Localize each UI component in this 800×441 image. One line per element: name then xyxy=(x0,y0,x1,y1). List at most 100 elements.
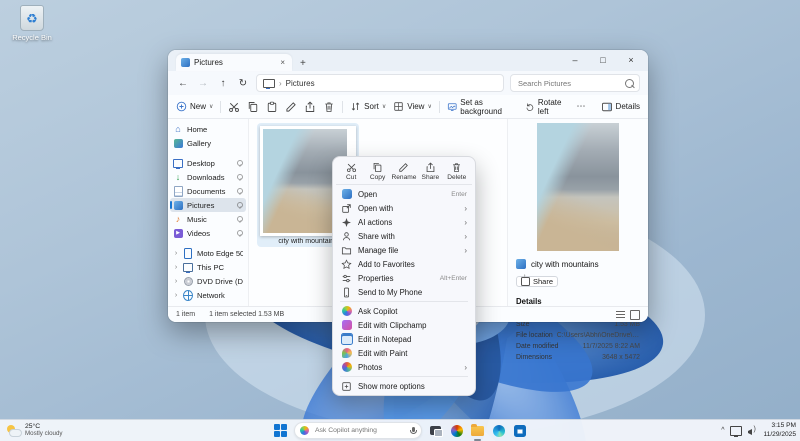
expander-icon[interactable]: › xyxy=(173,250,179,257)
paste-button[interactable] xyxy=(266,101,278,113)
sort-button[interactable]: Sort∨ xyxy=(350,101,386,112)
share-icon xyxy=(304,101,316,113)
new-icon xyxy=(176,101,187,112)
quick-rename-button[interactable]: Rename xyxy=(392,162,416,181)
maximize-button[interactable]: □ xyxy=(590,51,616,68)
expander-icon[interactable]: › xyxy=(173,278,179,285)
taskbar-center xyxy=(273,422,527,439)
search-icon xyxy=(625,79,634,88)
tab-close-icon[interactable]: × xyxy=(278,58,287,67)
sidebar-item-phone[interactable]: ›Moto Edge 50 N xyxy=(170,246,246,260)
menu-item-edit-clipchamp[interactable]: Edit with Clipchamp xyxy=(336,318,472,332)
set-as-background-button[interactable]: Set as background xyxy=(447,98,519,116)
menu-item-ai-actions[interactable]: AI actions› xyxy=(336,215,472,229)
dvd-icon xyxy=(183,276,193,286)
show-more-icon xyxy=(341,381,352,392)
menu-item-open-with[interactable]: Open with› xyxy=(336,201,472,215)
windows-logo-icon xyxy=(274,424,287,437)
expander-icon[interactable]: › xyxy=(173,292,179,299)
rename-icon xyxy=(285,101,297,113)
menu-item-properties[interactable]: PropertiesAlt+Enter xyxy=(336,271,472,285)
music-icon: ♪ xyxy=(173,214,183,224)
recycle-bin-icon: ♻ xyxy=(20,5,44,31)
clock-time: 3:15 PM xyxy=(763,422,796,430)
file-explorer-button[interactable] xyxy=(470,423,485,438)
chevron-right-icon: › xyxy=(279,79,282,88)
cut-button[interactable] xyxy=(228,101,240,113)
cut-icon xyxy=(346,162,357,173)
command-bar: New∨ Sort∨ View∨ Set as background Rotat… xyxy=(168,95,648,119)
breadcrumb[interactable]: › Pictures xyxy=(256,74,504,92)
details-share-button[interactable]: Share xyxy=(516,276,558,287)
view-button[interactable]: View∨ xyxy=(393,101,432,112)
menu-item-add-to-favorites[interactable]: Add to Favorites xyxy=(336,257,472,271)
copy-button[interactable] xyxy=(247,101,259,113)
rotate-left-button[interactable]: Rotate left xyxy=(525,98,569,116)
menu-item-manage-file[interactable]: Manage file› xyxy=(336,243,472,257)
sidebar-item-gallery[interactable]: Gallery xyxy=(170,136,246,150)
new-tab-button[interactable]: + xyxy=(300,58,306,69)
sidebar-item-desktop[interactable]: Desktop xyxy=(170,156,246,170)
navigation-pane: ⌂Home Gallery Desktop ↓Downloads Documen… xyxy=(168,119,249,306)
sidebar-item-network[interactable]: ›Network xyxy=(170,288,246,302)
volume-icon[interactable] xyxy=(748,427,757,435)
tray-expand-icon[interactable]: ^ xyxy=(721,427,724,434)
gallery-icon xyxy=(173,138,183,148)
menu-item-edit-notepad[interactable]: Edit in Notepad xyxy=(336,332,472,346)
menu-item-show-more-options[interactable]: Show more options xyxy=(336,379,472,393)
share-button[interactable] xyxy=(304,101,316,113)
start-button[interactable] xyxy=(273,423,288,438)
sidebar-item-dvd-drive[interactable]: ›DVD Drive (D:) C xyxy=(170,274,246,288)
forward-button[interactable]: → xyxy=(196,78,210,89)
thumbnail-view-toggle-icon[interactable] xyxy=(630,310,640,320)
sidebar-item-downloads[interactable]: ↓Downloads xyxy=(170,170,246,184)
expander-icon[interactable]: › xyxy=(173,264,179,271)
close-button[interactable]: × xyxy=(618,51,644,68)
tab-pictures[interactable]: Pictures × xyxy=(176,54,292,71)
quick-cut-button[interactable]: Cut xyxy=(339,162,363,181)
menu-item-ask-copilot[interactable]: Ask Copilot xyxy=(336,304,472,318)
delete-button[interactable] xyxy=(323,101,335,113)
list-view-toggle-icon[interactable] xyxy=(616,311,625,318)
task-view-button[interactable] xyxy=(428,423,443,438)
quick-delete-button[interactable]: Delete xyxy=(445,162,469,181)
menu-item-send-to-phone[interactable]: Send to My Phone xyxy=(336,285,472,299)
back-button[interactable]: ← xyxy=(176,78,190,89)
search-box[interactable] xyxy=(510,74,640,92)
new-button[interactable]: New∨ xyxy=(176,101,213,112)
taskbar-clock[interactable]: 3:15 PM 11/29/2025 xyxy=(763,422,796,438)
recycle-bin-shortcut[interactable]: ♻ Recycle Bin xyxy=(6,5,58,42)
details-toggle-button[interactable]: Details xyxy=(601,101,640,113)
menu-item-photos[interactable]: Photos› xyxy=(336,360,472,374)
pin-icon xyxy=(237,230,243,236)
paint-icon xyxy=(341,348,352,359)
up-button[interactable]: ↑ xyxy=(216,78,230,89)
copilot-app-button[interactable] xyxy=(449,423,464,438)
sidebar-item-this-pc[interactable]: ›This PC xyxy=(170,260,246,274)
taskbar-search[interactable] xyxy=(294,422,422,439)
rename-button[interactable] xyxy=(285,101,297,113)
sidebar-item-documents[interactable]: Documents xyxy=(170,184,246,198)
menu-item-open[interactable]: OpenEnter xyxy=(336,187,472,201)
edge-button[interactable] xyxy=(491,423,506,438)
minimize-button[interactable]: – xyxy=(562,51,588,68)
sidebar-item-pictures[interactable]: Pictures xyxy=(170,198,246,212)
taskbar: 25°C Mostly cloudy ^ 3:15 PM 11/29/2025 xyxy=(0,419,800,441)
file-explorer-icon xyxy=(471,426,484,436)
taskbar-weather-widget[interactable]: 25°C Mostly cloudy xyxy=(6,423,62,438)
quick-share-button[interactable]: Share xyxy=(418,162,442,181)
search-input[interactable] xyxy=(516,78,625,89)
sidebar-item-music[interactable]: ♪Music xyxy=(170,212,246,226)
refresh-button[interactable]: ↻ xyxy=(236,78,250,89)
sidebar-item-home[interactable]: ⌂Home xyxy=(170,122,246,136)
quick-copy-button[interactable]: Copy xyxy=(366,162,390,181)
taskbar-search-input[interactable] xyxy=(313,426,407,435)
network-icon[interactable] xyxy=(730,426,742,436)
menu-item-edit-paint[interactable]: Edit with Paint xyxy=(336,346,472,360)
store-button[interactable] xyxy=(512,423,527,438)
properties-icon xyxy=(341,273,352,284)
sidebar-item-videos[interactable]: ▶Videos xyxy=(170,226,246,240)
menu-item-share-with[interactable]: Share with› xyxy=(336,229,472,243)
more-options-button[interactable]: ⋯ xyxy=(577,101,587,112)
videos-icon: ▶ xyxy=(173,228,183,238)
